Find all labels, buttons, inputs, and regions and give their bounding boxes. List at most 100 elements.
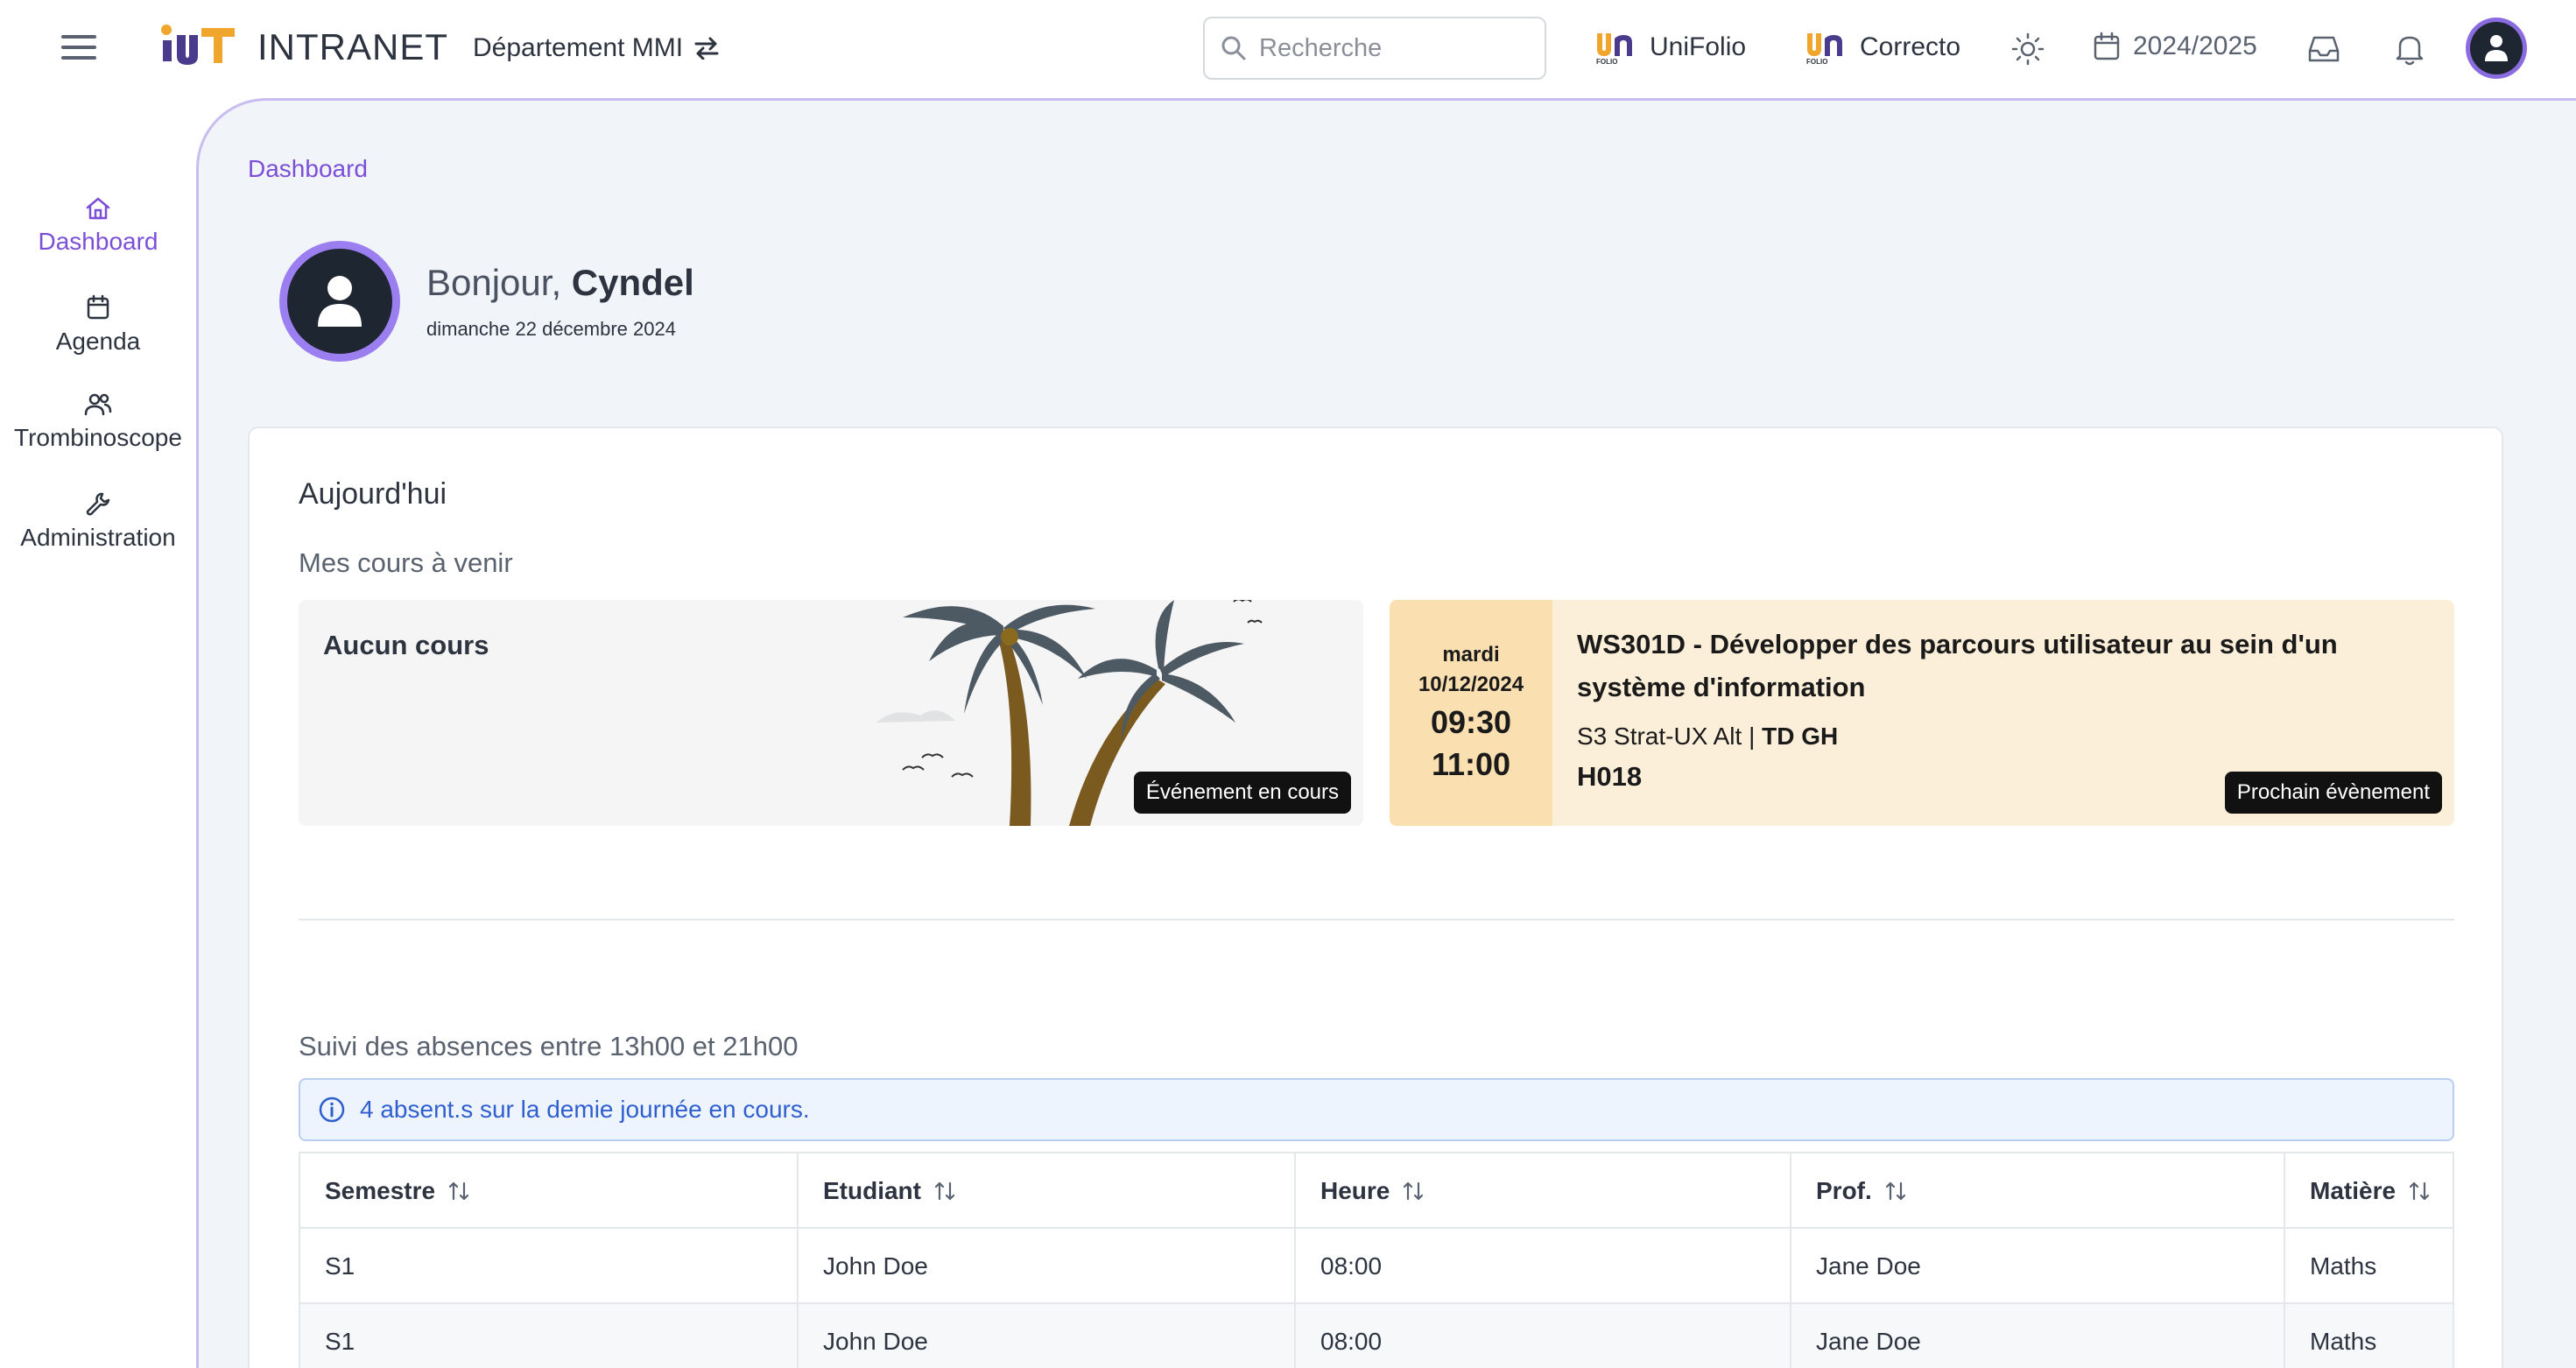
avatar: [279, 241, 400, 362]
table-row: S1 John Doe 08:00 Jane Doe Maths: [300, 1229, 2453, 1304]
section-title: Aujourd'hui: [299, 477, 447, 511]
column-header-etudiant[interactable]: Etudiant: [799, 1153, 1296, 1229]
sort-icon: [448, 1181, 469, 1201]
table-cell: John Doe: [799, 1304, 1296, 1368]
sort-icon: [1404, 1181, 1424, 1201]
academic-year: 2024/2025: [2133, 32, 2257, 60]
greeting-prefix: Bonjour,: [426, 262, 562, 303]
table-cell: John Doe: [799, 1229, 1296, 1304]
user-icon: [2485, 35, 2508, 61]
sidebar-item-label: Trombinoscope: [14, 424, 182, 451]
calendar-icon: [2094, 32, 2120, 60]
theme-toggle-button[interactable]: [2009, 30, 2047, 68]
table-cell: Maths: [2310, 1328, 2377, 1355]
column-header-label: Matière: [2310, 1177, 2397, 1204]
absences-table: Semestre Etudiant Heure Prof. Matière S1…: [299, 1152, 2454, 1368]
current-date: dimanche 22 décembre 2024: [426, 318, 676, 340]
bell-icon: [2396, 36, 2424, 66]
column-header-label: Prof.: [1816, 1177, 1872, 1204]
next-event-group-prefix: S3 Strat-UX Alt |: [1577, 723, 1756, 750]
department-switcher[interactable]: Département MMI: [473, 33, 720, 63]
table-cell: S1: [300, 1304, 799, 1368]
table-cell: 08:00: [1296, 1304, 1791, 1368]
table-cell: Jane Doe: [1791, 1304, 2285, 1368]
next-event-group: S3 Strat-UX Alt | TD GH: [1577, 723, 1838, 751]
column-header-heure[interactable]: Heure: [1296, 1153, 1791, 1229]
column-header-matiere[interactable]: Matière: [2285, 1153, 2453, 1229]
inbox-icon: [2308, 36, 2340, 62]
sidebar-item-trombinoscope[interactable]: Trombinoscope: [0, 392, 196, 452]
menu-icon[interactable]: [61, 35, 96, 61]
column-header-label: Etudiant: [823, 1177, 921, 1204]
current-event-card[interactable]: Aucun cours Événement en cours: [299, 600, 1363, 826]
brand-name: INTRANET: [257, 26, 448, 67]
absences-title: Suivi des absences entre 13h00 et 21h00: [299, 1031, 799, 1061]
column-header-label: Semestre: [325, 1177, 436, 1204]
home-icon: [86, 197, 110, 220]
sidebar-item-agenda[interactable]: Agenda: [0, 294, 196, 356]
current-event-badge: Événement en cours: [1133, 772, 1351, 814]
info-icon: [319, 1097, 345, 1123]
sidebar-item-dashboard[interactable]: Dashboard: [0, 196, 196, 256]
main-panel: Dashboard Bonjour, Cyndel dimanche 22 dé…: [196, 98, 2576, 1368]
table-header-row: Semestre Etudiant Heure Prof. Matière: [300, 1153, 2453, 1229]
svg-text:FOLIO: FOLIO: [1596, 58, 1617, 65]
column-header-label: Heure: [1320, 1177, 1390, 1204]
table-cell: S1: [300, 1229, 799, 1304]
table-cell: 08:00: [1296, 1229, 1791, 1304]
sidebar-item-administration[interactable]: Administration: [0, 490, 196, 552]
today-card: Aujourd'hui Mes cours à venir Aucun cour…: [248, 427, 2503, 1368]
divider: [299, 919, 2454, 920]
sun-icon: [2011, 32, 2045, 66]
next-event-date-block: mardi 10/12/2024 09:30 11:00: [1390, 600, 1552, 826]
calendar-icon: [87, 294, 109, 320]
search-input[interactable]: [1259, 33, 1522, 63]
sidebar: Dashboard Agenda Trombinoscope Administr…: [0, 98, 196, 1368]
next-event-badge: Prochain évènement: [2224, 772, 2442, 814]
upcoming-courses-title: Mes cours à venir: [299, 547, 513, 578]
user-icon: [318, 276, 362, 327]
next-event-start: 09:30: [1430, 704, 1512, 740]
sidebar-item-label: Agenda: [55, 328, 141, 355]
sort-icon: [934, 1181, 955, 1201]
sidebar-item-label: Dashboard: [38, 228, 158, 255]
table-row: S1 John Doe 08:00 Jane Doe Maths: [300, 1304, 2453, 1368]
unifolio-label: UniFolio: [1650, 32, 1747, 61]
inbox-button[interactable]: [2305, 30, 2343, 68]
user-avatar-button[interactable]: [2466, 18, 2527, 79]
correcto-logo-icon: FOLIO: [1806, 33, 1842, 65]
unifolio-link[interactable]: FOLIO UniFolio: [1594, 30, 1746, 65]
search-box[interactable]: [1203, 17, 1546, 80]
search-icon: [1221, 36, 1246, 60]
sort-icon: [1885, 1181, 1905, 1201]
correcto-label: Correcto: [1860, 32, 1961, 61]
user-name: Cyndel: [571, 262, 694, 303]
swap-icon: [694, 37, 719, 60]
unifolio-logo-icon: FOLIO: [1596, 33, 1632, 65]
correcto-link[interactable]: FOLIO Correcto: [1804, 30, 1960, 65]
top-bar: INTRANET Département MMI FOLIO UniFolio …: [0, 0, 2576, 98]
current-event-title: Aucun cours: [323, 630, 489, 660]
absences-alert-text: 4 absent.s sur la demie journée en cours…: [360, 1096, 810, 1123]
department-label: Département MMI: [473, 33, 684, 62]
absences-alert: 4 absent.s sur la demie journée en cours…: [299, 1078, 2454, 1141]
next-event-group-name: TD GH: [1762, 723, 1839, 750]
next-event-card[interactable]: mardi 10/12/2024 09:30 11:00 WS301D - Dé…: [1390, 600, 2454, 826]
table-cell: Maths: [2310, 1252, 2377, 1280]
breadcrumb[interactable]: Dashboard: [248, 155, 368, 183]
next-event-title: WS301D - Développer des parcours utilisa…: [1577, 629, 2338, 702]
academic-year-selector[interactable]: 2024/2025: [2093, 32, 2257, 61]
sort-icon: [2409, 1181, 2430, 1201]
notifications-button[interactable]: [2390, 30, 2429, 68]
iut-logo: [161, 25, 235, 65]
column-header-prof[interactable]: Prof.: [1791, 1153, 2285, 1229]
greeting: Bonjour, Cyndel: [426, 262, 694, 304]
next-event-room: H018: [1577, 761, 1643, 792]
next-event-end: 11:00: [1431, 746, 1511, 782]
table-cell: Jane Doe: [1791, 1229, 2285, 1304]
next-event-day: mardi: [1442, 643, 1500, 666]
column-header-semestre[interactable]: Semestre: [300, 1153, 799, 1229]
sidebar-item-label: Administration: [20, 524, 176, 551]
wrench-icon: [86, 492, 110, 516]
next-event-date: 10/12/2024: [1418, 673, 1524, 696]
